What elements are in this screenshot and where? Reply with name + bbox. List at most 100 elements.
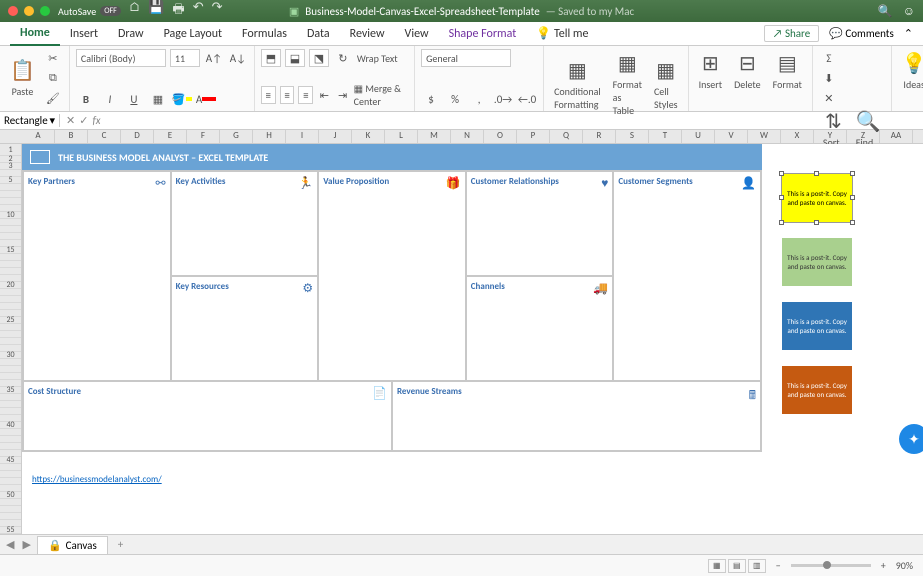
copy-icon[interactable]: ⧉ — [43, 69, 63, 87]
name-box[interactable]: Rectangle▾ — [0, 114, 60, 127]
share-button[interactable]: ↗ Share — [764, 25, 819, 42]
cell-styles-button[interactable]: ▦Cell Styles — [650, 56, 682, 113]
minimize-window[interactable] — [24, 6, 34, 16]
normal-view-icon[interactable]: ▦ — [708, 559, 726, 573]
window-controls — [8, 6, 50, 16]
channels-cell[interactable]: Channels🚚 — [466, 276, 614, 381]
close-window[interactable] — [8, 6, 18, 16]
row-headers[interactable]: 123510152025303540455055565758596061 — [0, 144, 22, 564]
percent-icon[interactable]: % — [445, 90, 465, 108]
column-headers[interactable]: ABCDEFGHIJKLMNOPQRSTUVWXYZAA — [0, 130, 923, 144]
zoom-slider[interactable] — [791, 564, 871, 567]
align-top-icon[interactable]: ⬒ — [261, 49, 281, 67]
value-proposition-cell[interactable]: Value Proposition🎁 — [318, 171, 466, 381]
autosum-icon[interactable]: Σ — [819, 49, 839, 67]
customer-relationships-cell[interactable]: Customer Relationships♥ — [466, 171, 614, 276]
indent-left-icon[interactable]: ⇤ — [317, 86, 331, 104]
zoom-window[interactable] — [40, 6, 50, 16]
tab-data[interactable]: Data — [297, 23, 340, 45]
italic-button[interactable]: I — [100, 90, 120, 108]
sheet-tab-canvas[interactable]: 🔒Canvas — [37, 536, 108, 554]
cut-icon[interactable]: ✂ — [43, 49, 63, 67]
add-sheet-button[interactable]: + — [112, 536, 129, 553]
tab-page-layout[interactable]: Page Layout — [154, 23, 232, 45]
decrease-font-icon[interactable]: A↓ — [228, 49, 248, 67]
ideas-button[interactable]: 💡Ideas — [898, 49, 923, 93]
key-resources-cell[interactable]: Key Resources⚙ — [171, 276, 319, 381]
revenue-streams-cell[interactable]: Revenue Streams🖩 — [392, 381, 761, 451]
indent-right-icon[interactable]: ⇥ — [335, 86, 349, 104]
increase-font-icon[interactable]: A↑ — [204, 49, 224, 67]
cost-structure-cell[interactable]: Cost Structure📄 — [23, 381, 392, 451]
tab-home[interactable]: Home — [10, 22, 60, 46]
page-layout-view-icon[interactable]: ▤ — [728, 559, 746, 573]
print-icon[interactable]: 🖶 — [172, 0, 184, 22]
bold-button[interactable]: B — [76, 90, 96, 108]
delete-cells-button[interactable]: ⊟Delete — [730, 49, 765, 93]
template-link[interactable]: https://businessmodelanalyst.com/ — [32, 474, 162, 485]
key-partners-cell[interactable]: Key Partners⚯ — [23, 171, 171, 381]
tab-scroll-right[interactable]: ▶ — [20, 538, 32, 551]
tell-me[interactable]: 💡 Tell me — [526, 22, 598, 45]
zoom-level[interactable]: 90% — [896, 559, 913, 572]
increase-decimal-icon[interactable]: .0→ — [493, 90, 513, 108]
align-center-icon[interactable]: ≡ — [280, 86, 295, 104]
fx-icon[interactable]: fx — [92, 114, 100, 127]
borders-icon[interactable]: ▦ — [148, 90, 168, 108]
comma-icon[interactable]: , — [469, 90, 489, 108]
merge-center-button[interactable]: ▦ Merge & Center — [354, 82, 408, 108]
worksheet[interactable]: 123510152025303540455055565758596061 THE… — [0, 144, 923, 564]
key-activities-cell[interactable]: Key Activities🏃 — [171, 171, 319, 276]
autosave-toggle[interactable]: AutoSave OFF — [58, 5, 121, 18]
align-left-icon[interactable]: ≡ — [261, 86, 276, 104]
home-icon[interactable]: ⌂ — [129, 0, 140, 22]
zoom-in-button[interactable]: + — [881, 559, 886, 572]
fill-color-icon[interactable]: 🪣 — [172, 90, 192, 108]
currency-icon[interactable]: $ — [421, 90, 441, 108]
wrap-text-button[interactable]: Wrap Text — [357, 52, 398, 65]
paste-button[interactable]: 📋Paste — [6, 56, 39, 100]
fill-icon[interactable]: ⬇ — [819, 69, 839, 87]
orientation-icon[interactable]: ↻ — [333, 49, 353, 67]
decrease-decimal-icon[interactable]: ←.0 — [517, 90, 537, 108]
format-cells-button[interactable]: ▤Format — [769, 49, 806, 93]
comments-button[interactable]: 💬 Comments — [829, 27, 894, 40]
search-icon[interactable]: 🔍 — [878, 4, 893, 19]
ribbon-tabs: Home Insert Draw Page Layout Formulas Da… — [0, 22, 923, 46]
clear-icon[interactable]: ✕ — [819, 89, 839, 107]
format-painter-icon[interactable]: 🖌 — [43, 89, 63, 107]
conditional-formatting-button[interactable]: ▦Conditional Formatting — [550, 56, 605, 113]
postit-yellow[interactable]: This is a post-it. Copy and paste on can… — [782, 174, 852, 222]
floating-action-button[interactable]: ✦ — [899, 424, 923, 454]
underline-button[interactable]: U — [124, 90, 144, 108]
font-size-select[interactable]: 11 — [170, 49, 200, 67]
postit-orange[interactable]: This is a post-it. Copy and paste on can… — [782, 366, 852, 414]
tab-draw[interactable]: Draw — [108, 23, 154, 45]
font-color-icon[interactable]: A — [196, 90, 216, 108]
tab-review[interactable]: Review — [340, 23, 395, 45]
cancel-formula-icon[interactable]: ✕ — [66, 114, 75, 127]
tab-scroll-left[interactable]: ◀ — [4, 538, 16, 551]
collapse-ribbon[interactable]: ⌃ — [904, 27, 913, 40]
enter-formula-icon[interactable]: ✓ — [79, 114, 88, 127]
tab-shape-format[interactable]: Shape Format — [439, 23, 527, 45]
align-middle-icon[interactable]: ⬓ — [285, 49, 305, 67]
save-icon[interactable]: 💾 — [148, 0, 164, 22]
redo-icon[interactable]: ↷ — [212, 0, 223, 22]
align-bottom-icon[interactable]: ⬔ — [309, 49, 329, 67]
undo-icon[interactable]: ↶ — [193, 0, 204, 22]
postit-green[interactable]: This is a post-it. Copy and paste on can… — [782, 238, 852, 286]
tab-view[interactable]: View — [395, 23, 439, 45]
format-as-table-button[interactable]: ▦Format as Table — [609, 49, 646, 119]
insert-cells-button[interactable]: ⊞Insert — [695, 49, 727, 93]
customer-segments-cell[interactable]: Customer Segments👤 — [613, 171, 761, 381]
align-right-icon[interactable]: ≡ — [298, 86, 313, 104]
account-icon[interactable]: ☺ — [903, 4, 915, 19]
zoom-out-button[interactable]: − — [776, 559, 781, 572]
tab-insert[interactable]: Insert — [60, 23, 108, 45]
tab-formulas[interactable]: Formulas — [232, 23, 297, 45]
postit-blue[interactable]: This is a post-it. Copy and paste on can… — [782, 302, 852, 350]
page-break-view-icon[interactable]: ▥ — [748, 559, 766, 573]
font-name-select[interactable]: Calibri (Body) — [76, 49, 166, 67]
number-format-select[interactable]: General — [421, 49, 511, 67]
